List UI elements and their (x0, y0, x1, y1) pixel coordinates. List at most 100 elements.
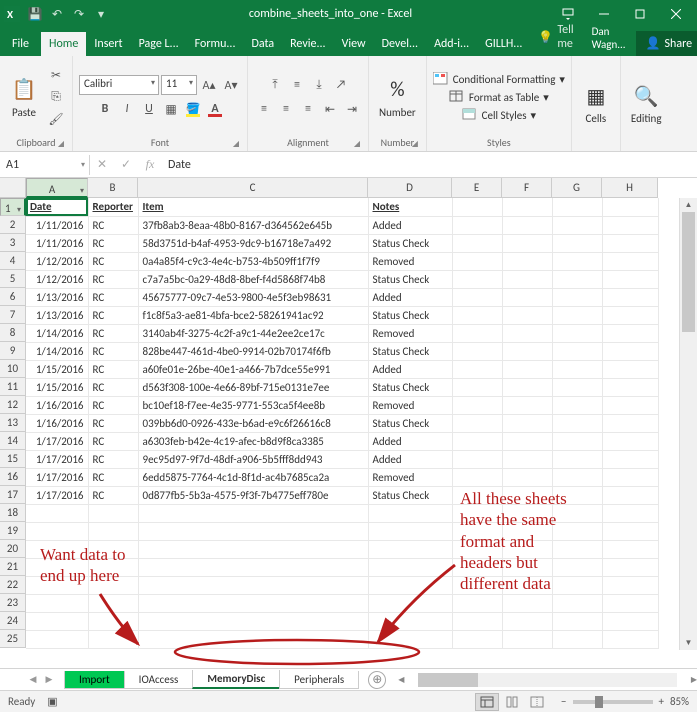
cell[interactable]: RC (88, 414, 138, 432)
user-name[interactable]: Dan Wagn... (582, 20, 636, 56)
macro-record-icon[interactable]: ▣ (47, 695, 57, 708)
zoom-out-button[interactable]: − (561, 695, 566, 708)
row-header-19[interactable]: 19 (0, 522, 26, 540)
cell[interactable] (452, 396, 502, 414)
cell[interactable] (138, 594, 368, 612)
hscroll-thumb[interactable] (418, 673, 478, 687)
cell[interactable] (602, 630, 658, 648)
cell[interactable] (452, 630, 502, 648)
vscroll-thumb[interactable] (682, 212, 695, 332)
cell[interactable]: Removed (368, 324, 452, 342)
cell[interactable] (452, 306, 502, 324)
cell[interactable]: f1c8f5a3-ae81-4bfa-bce2-58261941ac92 (138, 306, 368, 324)
cell[interactable]: 1/17/2016 (26, 450, 88, 468)
orientation-button[interactable]: ↗ (331, 75, 351, 95)
row-header-21[interactable]: 21 (0, 558, 26, 576)
cell[interactable]: Added (368, 450, 452, 468)
cell[interactable]: 1/15/2016 (26, 360, 88, 378)
indent-decrease-button[interactable]: ⇤ (320, 99, 340, 119)
cell[interactable] (26, 612, 88, 630)
col-header-E[interactable]: E (452, 178, 502, 198)
cell[interactable] (88, 504, 138, 522)
cell[interactable]: RC (88, 234, 138, 252)
cell[interactable] (602, 198, 658, 216)
vertical-scrollbar[interactable]: ▲ ▼ (679, 198, 697, 650)
row-header-1[interactable]: 1 (0, 198, 26, 216)
row-header-13[interactable]: 13 (0, 414, 26, 432)
cell[interactable] (552, 486, 602, 504)
cell-styles-button[interactable]: Cell Styles ▾ (462, 107, 536, 123)
cell[interactable]: 039bb6d0-0926-433e-b6ad-e9c6f26616c8 (138, 414, 368, 432)
cell[interactable]: Notes (368, 198, 452, 216)
cell[interactable] (452, 576, 502, 594)
cell[interactable]: 1/16/2016 (26, 396, 88, 414)
cell[interactable] (452, 198, 502, 216)
cell[interactable] (502, 198, 552, 216)
tab-formulas[interactable]: Formu... (187, 32, 244, 56)
cell[interactable]: 1/13/2016 (26, 288, 88, 306)
row-header-24[interactable]: 24 (0, 612, 26, 630)
cell[interactable]: RC (88, 270, 138, 288)
font-launcher-icon[interactable]: ◢ (231, 139, 241, 149)
cell[interactable] (502, 468, 552, 486)
font-size-select[interactable]: 11 (161, 75, 197, 95)
cell[interactable] (552, 378, 602, 396)
row-header-12[interactable]: 12 (0, 396, 26, 414)
view-page-layout-button[interactable] (500, 693, 524, 711)
cell[interactable] (502, 306, 552, 324)
cell[interactable]: Added (368, 216, 452, 234)
row-header-2[interactable]: 2 (0, 216, 26, 234)
cell[interactable]: 1/14/2016 (26, 342, 88, 360)
cell[interactable] (26, 594, 88, 612)
cell[interactable]: 1/17/2016 (26, 486, 88, 504)
row-header-23[interactable]: 23 (0, 594, 26, 612)
cell[interactable]: 1/14/2016 (26, 324, 88, 342)
cell[interactable]: Status Check (368, 378, 452, 396)
cell[interactable] (502, 396, 552, 414)
cell[interactable] (26, 558, 88, 576)
font-name-select[interactable]: Calibri (79, 75, 159, 95)
cell[interactable]: 828be447-461d-4be0-9914-02b70174f6fb (138, 342, 368, 360)
cell[interactable] (602, 360, 658, 378)
cell[interactable] (502, 576, 552, 594)
cell[interactable] (602, 306, 658, 324)
cell[interactable] (502, 324, 552, 342)
align-right-button[interactable]: ≡ (298, 99, 318, 119)
enter-formula-button[interactable]: ✓ (114, 153, 138, 177)
cell[interactable] (602, 558, 658, 576)
row-header-6[interactable]: 6 (0, 288, 26, 306)
hscroll-right-icon[interactable]: ▶ (691, 675, 697, 685)
row-header-20[interactable]: 20 (0, 540, 26, 558)
qat-customize-icon[interactable]: ▾ (92, 5, 110, 23)
cell[interactable] (368, 612, 452, 630)
cell[interactable]: Status Check (368, 306, 452, 324)
cell[interactable] (452, 432, 502, 450)
sheet-nav-last-icon[interactable]: ▶ (42, 674, 56, 685)
cell[interactable] (452, 504, 502, 522)
cell[interactable] (452, 324, 502, 342)
fill-color-button[interactable]: 🪣 (183, 99, 203, 119)
name-box[interactable]: A1 (0, 155, 90, 175)
cell[interactable]: RC (88, 396, 138, 414)
cell[interactable] (26, 576, 88, 594)
cell[interactable] (502, 342, 552, 360)
alignment-launcher-icon[interactable]: ◢ (352, 139, 362, 149)
cell[interactable] (602, 234, 658, 252)
editing-button[interactable]: 🔍 Editing (627, 80, 666, 127)
cell[interactable] (502, 216, 552, 234)
redo-button[interactable]: ↷ (70, 5, 88, 23)
tab-file[interactable]: File (0, 32, 41, 56)
cell[interactable] (88, 540, 138, 558)
cell[interactable]: Status Check (368, 270, 452, 288)
cell[interactable]: RC (88, 216, 138, 234)
cell[interactable]: RC (88, 252, 138, 270)
cell[interactable] (502, 288, 552, 306)
row-header-14[interactable]: 14 (0, 432, 26, 450)
cell[interactable] (452, 468, 502, 486)
col-header-D[interactable]: D (368, 178, 452, 198)
cell[interactable] (602, 486, 658, 504)
cell[interactable]: RC (88, 486, 138, 504)
cell[interactable] (138, 576, 368, 594)
select-all-corner[interactable] (0, 178, 26, 198)
cell[interactable] (88, 594, 138, 612)
